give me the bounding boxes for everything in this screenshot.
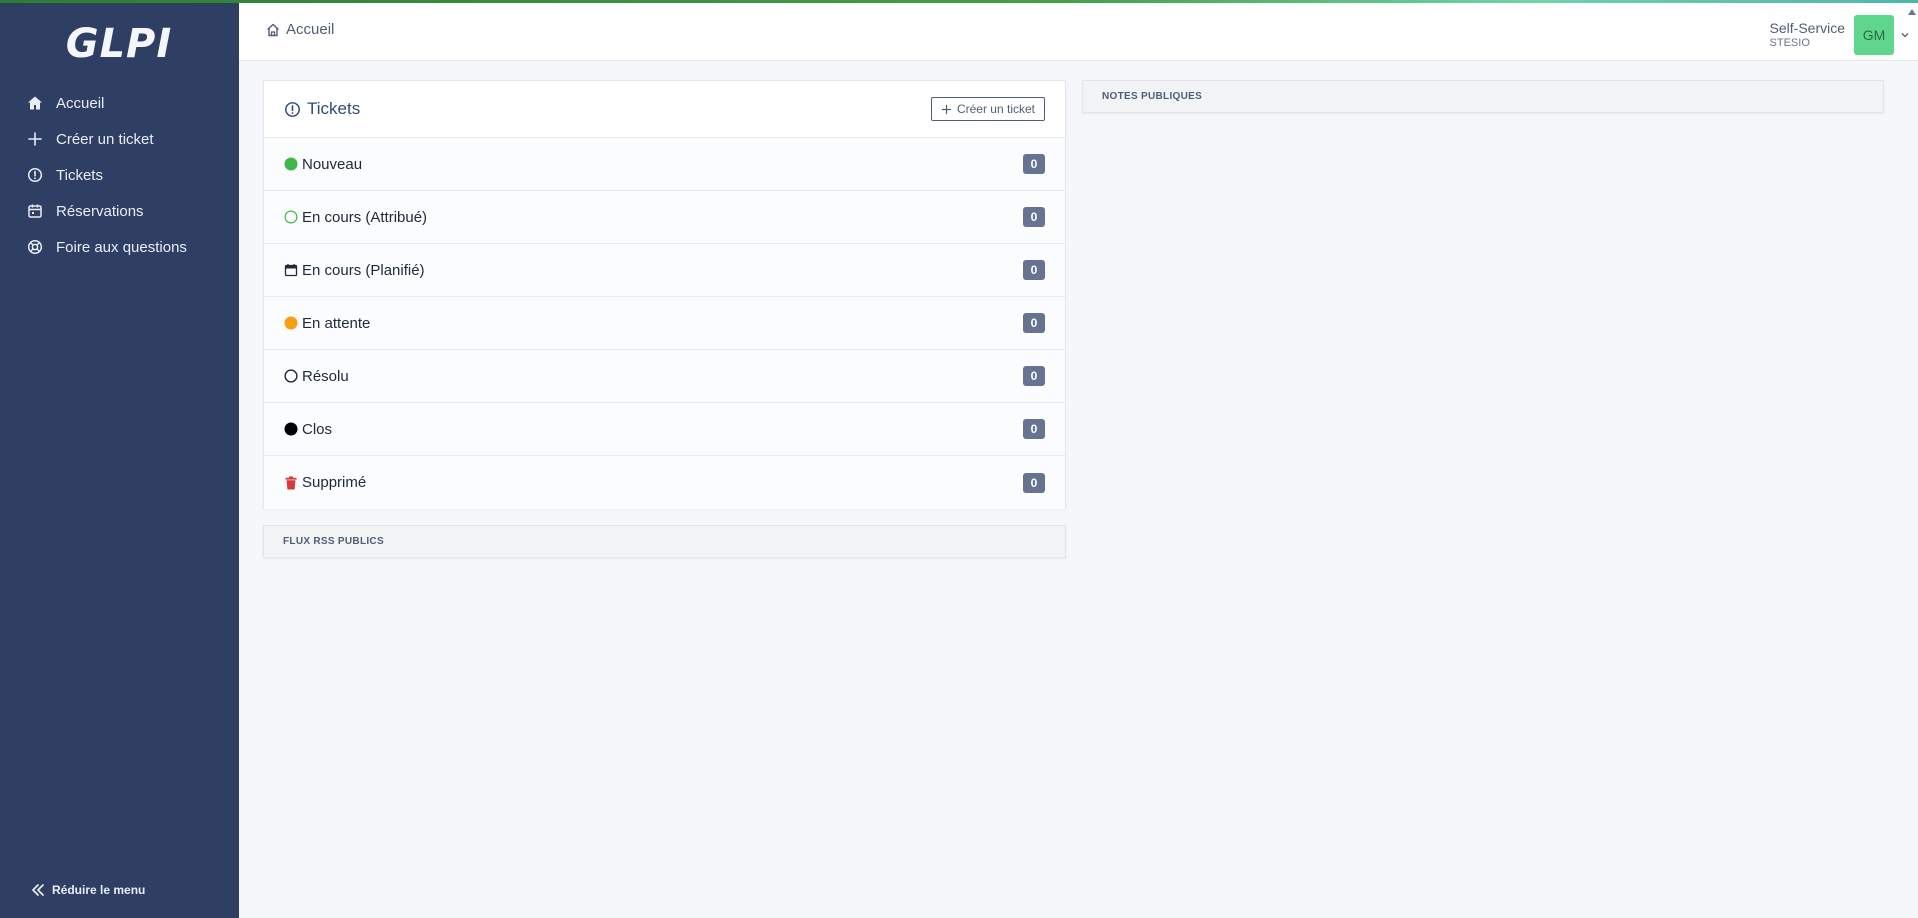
user-profile-menu[interactable]: Self-Service STESIO GM <box>1770 15 1910 55</box>
lifebuoy-icon <box>27 239 43 255</box>
ticket-status-row-waiting[interactable]: En attente 0 <box>264 297 1065 350</box>
status-count-badge: 0 <box>1023 366 1045 386</box>
status-count-badge: 0 <box>1023 419 1045 439</box>
ticket-status-row-assigned[interactable]: En cours (Attribué) 0 <box>264 191 1065 244</box>
status-label[interactable]: Clos <box>302 421 332 438</box>
plus-icon <box>941 104 952 114</box>
status-label[interactable]: Nouveau <box>302 156 362 173</box>
status-label[interactable]: En cours (Planifié) <box>302 262 425 279</box>
create-ticket-label: Créer un ticket <box>956 102 1035 116</box>
status-solved-icon <box>284 369 298 383</box>
sidebar-item-accueil[interactable]: Accueil <box>0 85 239 121</box>
status-waiting-icon <box>284 316 298 330</box>
avatar[interactable]: GM <box>1854 15 1894 55</box>
status-count-badge: 0 <box>1023 207 1045 227</box>
trash-icon <box>284 476 298 490</box>
scroll-up-arrow-icon[interactable] <box>1908 9 1916 15</box>
tickets-card-header: Tickets Créer un ticket <box>264 81 1065 138</box>
tickets-title-text: Tickets <box>307 99 361 118</box>
status-label[interactable]: Supprimé <box>302 474 366 491</box>
home-outline-icon <box>267 23 279 36</box>
ticket-status-row-planned[interactable]: En cours (Planifié) 0 <box>264 244 1065 297</box>
calendar-icon <box>27 203 43 219</box>
plus-icon <box>27 131 43 147</box>
sidebar-item-faq[interactable]: Foire aux questions <box>0 229 239 265</box>
tickets-card: Tickets Créer un ticket Nouveau 0 En cou… <box>263 80 1066 509</box>
create-ticket-button[interactable]: Créer un ticket <box>930 97 1045 121</box>
top-header: Accueil Self-Service STESIO GM <box>239 3 1918 61</box>
sidebar-item-label: Accueil <box>56 94 105 112</box>
panel-title: NOTES PUBLIQUES <box>1102 91 1203 102</box>
breadcrumb[interactable]: Accueil <box>265 21 334 38</box>
sidebar-item-reservations[interactable]: Réservations <box>0 193 239 229</box>
sidebar-item-create-ticket[interactable]: Créer un ticket <box>0 121 239 157</box>
status-count-badge: 0 <box>1023 260 1045 280</box>
ticket-status-row-deleted[interactable]: Supprimé 0 <box>264 456 1065 509</box>
glpi-logo[interactable]: GLPI <box>65 21 173 67</box>
logo-text: GLPI <box>65 21 173 67</box>
chevron-down-icon[interactable] <box>1900 30 1910 40</box>
sidebar: GLPI Accueil Créer un ticket Tickets Rés… <box>0 3 239 918</box>
tickets-card-title: Tickets <box>284 99 360 119</box>
panel-title: FLUX RSS PUBLICS <box>283 536 384 547</box>
profile-name: Self-Service <box>1769 19 1845 36</box>
profile-info: Self-Service STESIO <box>1770 20 1845 51</box>
chevrons-left-icon <box>32 884 44 896</box>
sidebar-item-label: Créer un ticket <box>56 130 154 148</box>
ticket-status-row-solved[interactable]: Résolu 0 <box>264 350 1065 403</box>
breadcrumb-label: Accueil <box>286 21 335 38</box>
collapse-menu-label: Réduire le menu <box>52 883 146 897</box>
status-count-badge: 0 <box>1023 154 1045 174</box>
sidebar-item-tickets[interactable]: Tickets <box>0 157 239 193</box>
top-accent-bar <box>0 0 1918 3</box>
status-closed-icon <box>284 422 298 436</box>
status-new-icon <box>284 157 298 171</box>
profile-entity: STESIO <box>1769 36 1810 49</box>
status-count-badge: 0 <box>1023 472 1045 493</box>
ticket-status-row-closed[interactable]: Clos 0 <box>264 403 1065 456</box>
sidebar-item-label: Foire aux questions <box>56 238 187 256</box>
status-count-badge: 0 <box>1023 313 1045 333</box>
alert-circle-icon <box>27 167 43 183</box>
status-assigned-icon <box>284 210 298 224</box>
status-planned-icon <box>284 263 298 277</box>
status-label[interactable]: Résolu <box>302 368 349 385</box>
sidebar-item-label: Réservations <box>56 202 144 220</box>
status-label[interactable]: En cours (Attribué) <box>302 209 427 226</box>
ticket-status-row-new[interactable]: Nouveau 0 <box>264 138 1065 191</box>
home-icon <box>27 95 43 111</box>
sidebar-nav: Accueil Créer un ticket Tickets Réservat… <box>0 85 239 265</box>
collapse-menu-button[interactable]: Réduire le menu <box>30 882 145 898</box>
status-label[interactable]: En attente <box>302 315 370 332</box>
alert-circle-icon <box>285 101 300 117</box>
sidebar-item-label: Tickets <box>56 166 103 184</box>
public-notes-panel[interactable]: NOTES PUBLIQUES <box>1082 80 1884 113</box>
public-rss-panel[interactable]: FLUX RSS PUBLICS <box>263 525 1066 558</box>
